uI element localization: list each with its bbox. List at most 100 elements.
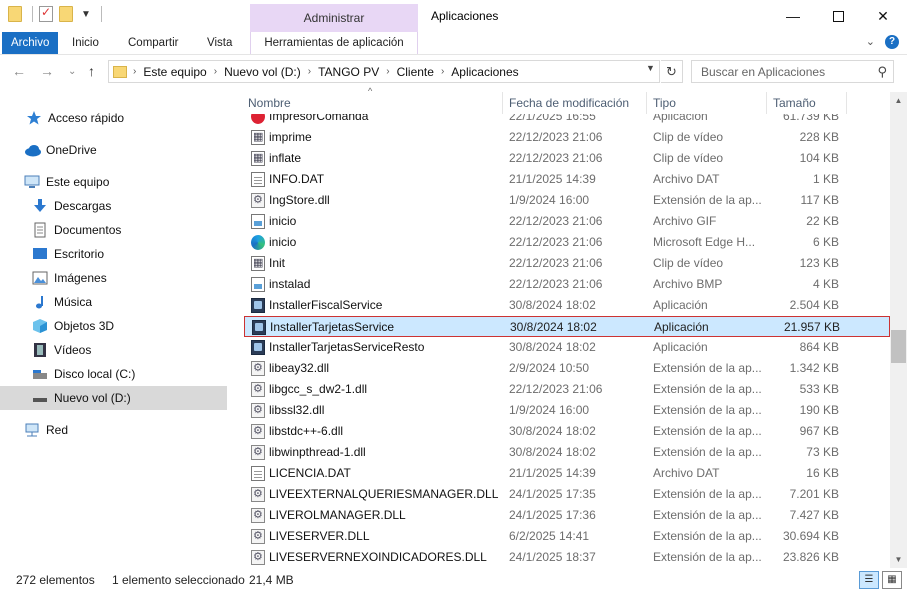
- edge-icon: [251, 235, 265, 250]
- file-row[interactable]: inicio 22/12/2023 21:06 Microsoft Edge H..…: [244, 232, 890, 253]
- properties-icon[interactable]: [39, 5, 53, 22]
- image-icon: [32, 270, 48, 286]
- app-icon: [251, 340, 265, 355]
- item-count: 272 elementos: [16, 573, 95, 587]
- folder-icon[interactable]: [8, 6, 22, 22]
- back-arrow-icon[interactable]: ←: [12, 63, 26, 79]
- file-row[interactable]: LICENCIA.DAT 21/1/2025 14:39 Archivo DAT 16…: [244, 463, 890, 484]
- sidebar-item-acceso-rapido[interactable]: Acceso rápido: [0, 106, 227, 130]
- address-bar[interactable]: › Este equipo › Nuevo vol (D:) › TANGO P…: [108, 60, 660, 83]
- file-row[interactable]: InstallerFiscalService 30/8/2024 18:02 Apl…: [244, 295, 890, 316]
- tab-inicio[interactable]: Inicio: [62, 32, 109, 54]
- refresh-button[interactable]: ↻: [661, 60, 683, 83]
- file-size: 7.427 KB: [789, 508, 839, 522]
- expand-ribbon-chevron-icon[interactable]: ⌄: [866, 35, 875, 49]
- address-history-chevron-icon[interactable]: ▼: [646, 63, 655, 73]
- file-type: Aplicación: [654, 320, 709, 334]
- tab-vista[interactable]: Vista: [197, 32, 242, 54]
- sidebar-item-descargas[interactable]: Descargas: [0, 194, 227, 218]
- breadcrumb-nuevo-vol[interactable]: Nuevo vol (D:): [224, 65, 301, 79]
- sidebar-item-nuevo-vol-d[interactable]: Nuevo vol (D:): [0, 386, 227, 410]
- up-arrow-icon[interactable]: ↑: [88, 63, 95, 79]
- sidebar-item-documentos[interactable]: Documentos: [0, 218, 227, 242]
- sidebar-item-disco-local-c[interactable]: Disco local (C:): [0, 362, 227, 386]
- sidebar-item-red[interactable]: Red: [0, 418, 227, 442]
- breadcrumb-aplicaciones[interactable]: Aplicaciones: [451, 65, 518, 79]
- column-header-date[interactable]: Fecha de modificación: [503, 92, 647, 114]
- help-icon[interactable]: ?: [885, 35, 899, 49]
- file-date-modified: 1/9/2024 16:00: [509, 403, 590, 417]
- divider: [100, 6, 102, 22]
- file-row[interactable]: libssl32.dll 1/9/2024 16:00 Extensión de l…: [244, 400, 890, 421]
- forward-arrow-icon[interactable]: →: [40, 63, 54, 79]
- scrollbar-thumb[interactable]: [891, 330, 906, 363]
- recent-locations-chevron-icon[interactable]: ⌄: [68, 66, 76, 77]
- breadcrumb-separator[interactable]: ›: [386, 66, 389, 77]
- file-name: LIVEEXTERNALQUERIESMANAGER.DLL: [269, 487, 499, 501]
- download-icon: [32, 198, 48, 214]
- file-name: instalad: [269, 277, 311, 291]
- file-date-modified: 6/2/2025 14:41: [509, 529, 590, 543]
- folder-icon: [113, 65, 127, 78]
- file-row[interactable]: Init 22/12/2023 21:06 Clip de vídeo 123 KB: [244, 253, 890, 274]
- file-row[interactable]: INFO.DAT 21/1/2025 14:39 Archivo DAT 1 KB: [244, 169, 890, 190]
- sidebar-item-videos[interactable]: Vídeos: [0, 338, 227, 362]
- file-row[interactable]: IngStore.dll 1/9/2024 16:00 Extensión de l…: [244, 190, 890, 211]
- file-row[interactable]: instalad 22/12/2023 21:06 Archivo BMP 4 KB: [244, 274, 890, 295]
- file-row[interactable]: libstdc++-6.dll 30/8/2024 18:02 Extensión …: [244, 421, 890, 442]
- customize-toolbar-chevron-icon[interactable]: ▼: [81, 9, 91, 20]
- sidebar-item-musica[interactable]: Música: [0, 290, 227, 314]
- file-name: inflate: [269, 151, 302, 165]
- file-size: 864 KB: [799, 340, 839, 354]
- file-row[interactable]: InstallerTarjetasService 30/8/2024 18:02 A…: [244, 316, 890, 337]
- video-file-icon: [251, 151, 265, 166]
- tab-compartir[interactable]: Compartir: [118, 32, 188, 54]
- column-header-name[interactable]: Nombre: [242, 92, 503, 114]
- new-folder-icon[interactable]: [59, 6, 73, 22]
- search-icon[interactable]: ⚲: [877, 64, 887, 80]
- file-type: Aplicación: [653, 340, 708, 354]
- file-row[interactable]: LIVESERVERNEXOINDICADORES.DLL 24/1/2025 1…: [244, 547, 890, 568]
- vertical-scrollbar[interactable]: ▲ ▼: [890, 92, 907, 568]
- file-row[interactable]: LIVESERVER.DLL 6/2/2025 14:41 Extensión de…: [244, 526, 890, 547]
- sidebar-item-objetos-3d[interactable]: Objetos 3D: [0, 314, 227, 338]
- file-row[interactable]: LIVEEXTERNALQUERIESMANAGER.DLL 24/1/2025 …: [244, 484, 890, 505]
- minimize-button[interactable]: —: [770, 0, 816, 32]
- sidebar-item-escritorio[interactable]: Escritorio: [0, 242, 227, 266]
- breadcrumb-separator[interactable]: ›: [133, 66, 136, 77]
- tab-herramientas-de-aplicacion[interactable]: Herramientas de aplicación: [250, 32, 418, 54]
- breadcrumb-separator[interactable]: ›: [214, 66, 217, 77]
- sidebar-item-label: Este equipo: [46, 175, 110, 189]
- file-size: 4 KB: [812, 277, 839, 291]
- large-icons-view-button[interactable]: ▦: [882, 571, 902, 589]
- details-view-button[interactable]: ☰: [859, 571, 879, 589]
- file-date-modified: 22/12/2023 21:06: [509, 130, 603, 144]
- file-icon: [251, 466, 265, 481]
- file-row[interactable]: inicio 22/12/2023 21:06 Archivo GIF 22 KB: [244, 211, 890, 232]
- breadcrumb-cliente[interactable]: Cliente: [397, 65, 434, 79]
- file-row[interactable]: inflate 22/12/2023 21:06 Clip de vídeo 104 …: [244, 148, 890, 169]
- file-row[interactable]: LIVEROLMANAGER.DLL 24/1/2025 17:36 Extensi…: [244, 505, 890, 526]
- scroll-down-arrow-icon[interactable]: ▼: [890, 551, 907, 568]
- column-header-size[interactable]: Tamaño: [767, 92, 847, 114]
- file-row[interactable]: libeay32.dll 2/9/2024 10:50 Extensión de l…: [244, 358, 890, 379]
- tab-archivo[interactable]: Archivo: [2, 32, 59, 54]
- scroll-up-arrow-icon[interactable]: ▲: [890, 92, 907, 109]
- breadcrumb-este-equipo[interactable]: Este equipo: [143, 65, 206, 79]
- file-icon: [251, 172, 265, 187]
- column-header-type[interactable]: Tipo: [647, 92, 767, 114]
- maximize-button[interactable]: [815, 0, 861, 32]
- file-row[interactable]: InstallerTarjetasServiceResto 30/8/2024 1…: [244, 337, 890, 358]
- sidebar-item-este-equipo[interactable]: Este equipo: [0, 170, 227, 194]
- sidebar-item-imagenes[interactable]: Imágenes: [0, 266, 227, 290]
- computer-icon: [24, 174, 40, 190]
- file-row[interactable]: libgcc_s_dw2-1.dll 22/12/2023 21:06 Extens…: [244, 379, 890, 400]
- breadcrumb-tango-pv[interactable]: TANGO PV: [318, 65, 379, 79]
- breadcrumb-separator[interactable]: ›: [308, 66, 311, 77]
- search-input[interactable]: Buscar en Aplicaciones ⚲: [691, 60, 894, 83]
- breadcrumb-separator[interactable]: ›: [441, 66, 444, 77]
- file-row[interactable]: libwinpthread-1.dll 30/8/2024 18:02 Extens…: [244, 442, 890, 463]
- file-row[interactable]: imprime 22/12/2023 21:06 Clip de vídeo 228 …: [244, 127, 890, 148]
- close-button[interactable]: ✕: [860, 0, 906, 32]
- sidebar-item-onedrive[interactable]: OneDrive: [0, 138, 227, 162]
